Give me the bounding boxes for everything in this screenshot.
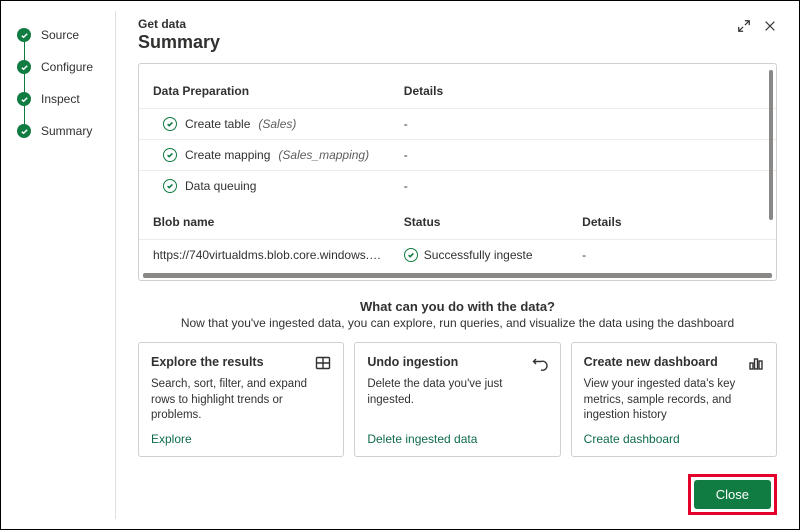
- blob-row: https://740virtualdms.blob.core.windows.…: [139, 240, 776, 271]
- wizard-sidebar: Source Configure Inspect Summary: [1, 1, 116, 529]
- prep-em: (Sales): [258, 117, 296, 131]
- helper-sub: Now that you've ingested data, you can e…: [138, 316, 777, 330]
- helper-heading: What can you do with the data?: [138, 299, 777, 314]
- scrollbar-horizontal[interactable]: [143, 273, 772, 278]
- prep-details: -: [394, 140, 776, 171]
- blob-status: Successfully ingeste: [424, 248, 533, 262]
- card-title: Create new dashboard: [584, 355, 718, 369]
- col-status: Status: [394, 201, 572, 240]
- summary-panel-inner: Data Preparation Details Create table (S…: [139, 64, 776, 280]
- summary-panel: Data Preparation Details Create table (S…: [138, 63, 777, 281]
- window: Source Configure Inspect Summary Get dat…: [0, 0, 800, 530]
- check-icon: [17, 92, 31, 106]
- card-link-explore[interactable]: Explore: [151, 432, 331, 446]
- highlight-box: Close: [688, 474, 777, 515]
- wizard-steps: Source Configure Inspect Summary: [17, 19, 106, 147]
- page-header: Get data Summary: [138, 17, 777, 53]
- step-configure[interactable]: Configure: [17, 51, 106, 83]
- prep-row: Create table (Sales) -: [139, 109, 776, 140]
- col-details: Details: [572, 201, 776, 240]
- step-source[interactable]: Source: [17, 19, 106, 51]
- card-body: Delete the data you've just ingested.: [367, 377, 547, 424]
- blob-details: -: [572, 240, 776, 271]
- success-icon: [163, 179, 177, 193]
- card-title: Explore the results: [151, 355, 264, 369]
- close-button[interactable]: Close: [694, 480, 771, 509]
- header-titles: Get data Summary: [138, 17, 220, 53]
- prep-label: Create table: [185, 117, 250, 131]
- col-data-preparation: Data Preparation: [139, 64, 394, 109]
- check-icon: [17, 124, 31, 138]
- card-explore: Explore the results Search, sort, filter…: [138, 342, 344, 457]
- prep-label: Create mapping: [185, 148, 270, 162]
- success-icon: [404, 248, 418, 262]
- prep-em: (Sales_mapping): [278, 148, 369, 162]
- blob-table: Blob name Status Details https://740virt…: [139, 201, 776, 270]
- blob-name: https://740virtualdms.blob.core.windows.…: [153, 248, 384, 262]
- card-dashboard: Create new dashboard View your ingested …: [571, 342, 777, 457]
- check-icon: [17, 28, 31, 42]
- prep-row: Data queuing -: [139, 171, 776, 202]
- card-body: View your ingested data's key metrics, s…: [584, 377, 764, 424]
- data-prep-table: Data Preparation Details Create table (S…: [139, 64, 776, 201]
- prep-details: -: [394, 109, 776, 140]
- success-icon: [163, 148, 177, 162]
- step-inspect[interactable]: Inspect: [17, 83, 106, 115]
- card-link-create-dashboard[interactable]: Create dashboard: [584, 432, 764, 446]
- card-link-delete[interactable]: Delete ingested data: [367, 432, 547, 446]
- table-icon: [315, 355, 331, 371]
- scrollbar-vertical[interactable]: [769, 70, 773, 220]
- close-icon[interactable]: [763, 19, 777, 33]
- header-actions: [737, 17, 777, 33]
- check-icon: [17, 60, 31, 74]
- bar-chart-icon: [748, 355, 764, 371]
- prep-label: Data queuing: [185, 179, 256, 193]
- step-label: Inspect: [41, 92, 80, 106]
- expand-icon[interactable]: [737, 19, 751, 33]
- card-body: Search, sort, filter, and expand rows to…: [151, 377, 331, 424]
- prep-row: Create mapping (Sales_mapping) -: [139, 140, 776, 171]
- success-icon: [163, 117, 177, 131]
- dialog-footer: Close: [138, 460, 777, 515]
- col-blob-name: Blob name: [139, 201, 394, 240]
- step-label: Summary: [41, 124, 92, 138]
- prep-details: -: [394, 171, 776, 202]
- card-undo: Undo ingestion Delete the data you've ju…: [354, 342, 560, 457]
- step-label: Source: [41, 28, 79, 42]
- page-title: Summary: [138, 32, 220, 53]
- step-summary[interactable]: Summary: [17, 115, 106, 147]
- step-label: Configure: [41, 60, 93, 74]
- header-eyebrow: Get data: [138, 17, 220, 31]
- undo-icon: [532, 355, 548, 371]
- helper-section: What can you do with the data? Now that …: [138, 299, 777, 330]
- action-cards: Explore the results Search, sort, filter…: [138, 342, 777, 457]
- main-content: Get data Summary Data Preparation Detail…: [116, 1, 799, 529]
- card-title: Undo ingestion: [367, 355, 458, 369]
- col-details: Details: [394, 64, 776, 109]
